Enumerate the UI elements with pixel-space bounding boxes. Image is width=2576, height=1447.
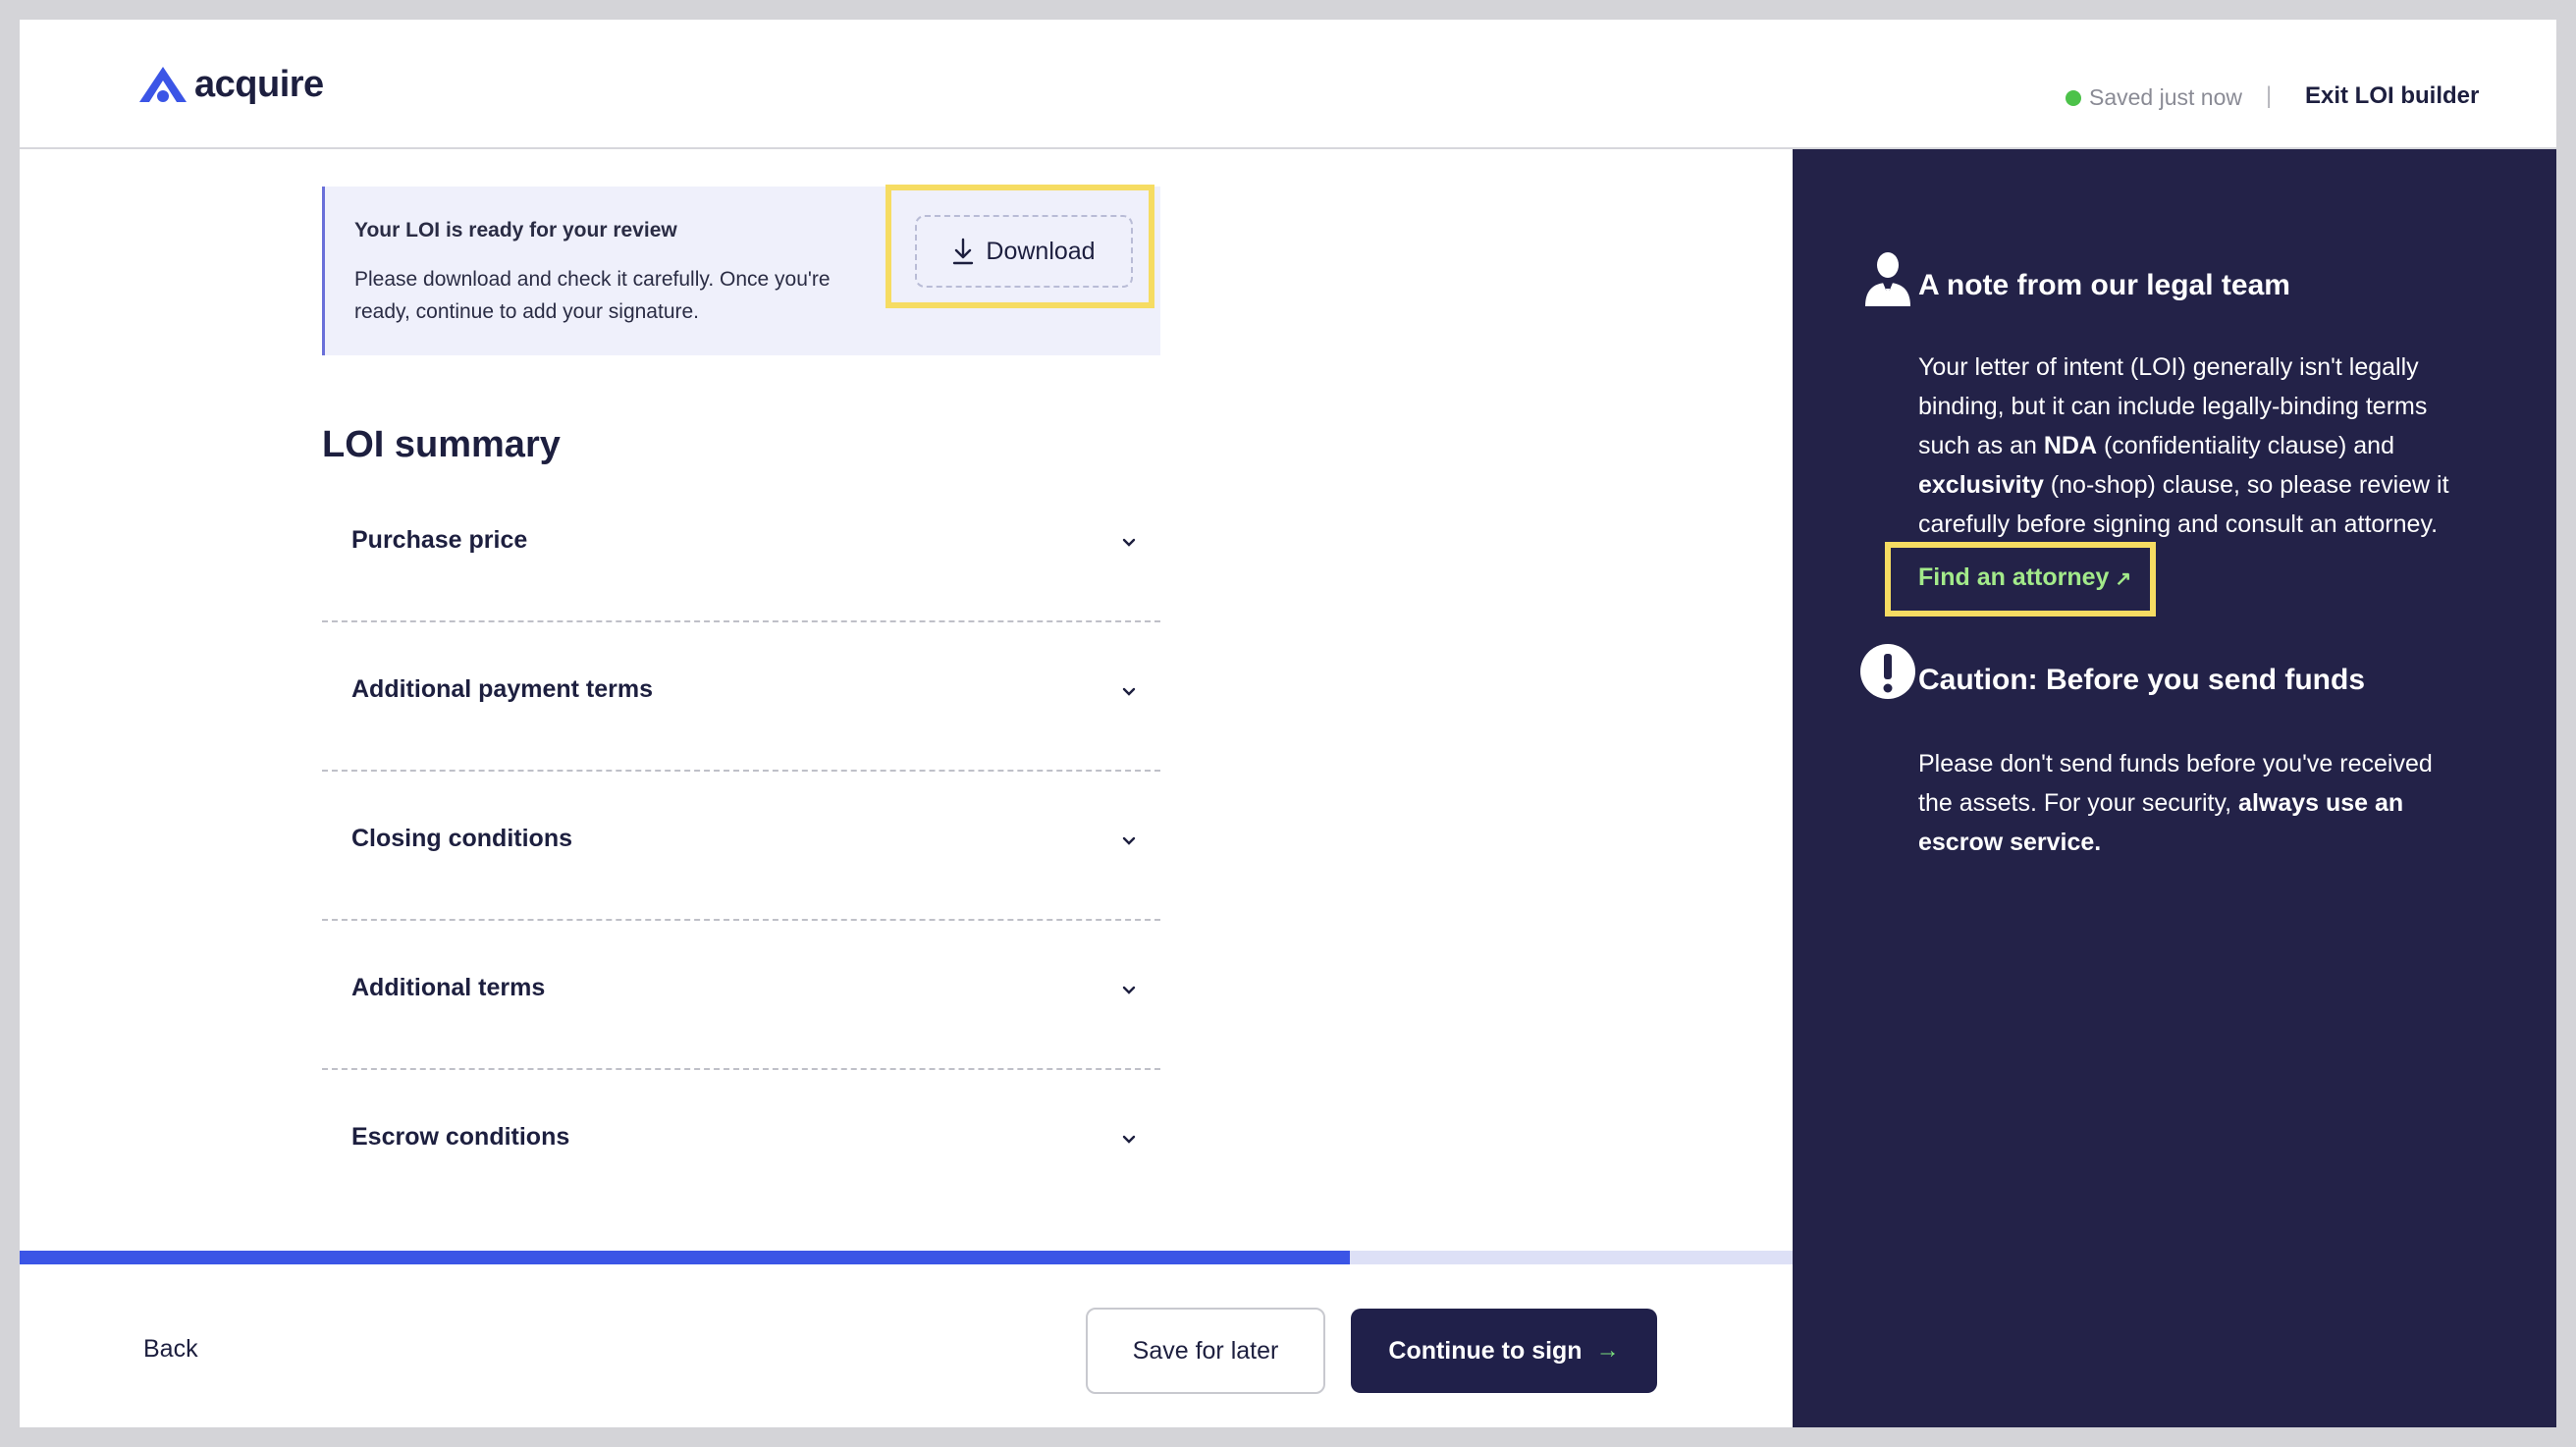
loi-summary-title: LOI summary	[322, 424, 561, 465]
notice-body: Please download and check it carefully. …	[354, 268, 831, 323]
chevron-down-icon	[1122, 836, 1136, 845]
download-label: Download	[986, 237, 1096, 265]
save-status: Saved just now	[2066, 84, 2242, 111]
accordion-label: Additional terms	[351, 974, 546, 1001]
exit-loi-builder-link[interactable]: Exit LOI builder	[2305, 82, 2479, 110]
accordion-additional-payment-terms[interactable]: Additional payment terms	[322, 622, 1160, 772]
accordion-label: Escrow conditions	[351, 1123, 570, 1151]
back-button[interactable]: Back	[143, 1335, 198, 1364]
save-for-later-button[interactable]: Save for later	[1086, 1308, 1325, 1394]
chevron-down-icon	[1122, 1135, 1136, 1144]
top-header: acquire Saved just now | Exit LOI builde…	[20, 20, 2556, 149]
find-attorney-link[interactable]: Find an attorney ↗	[1918, 563, 2131, 592]
download-button[interactable]: Download	[915, 215, 1133, 288]
accordion-closing-conditions[interactable]: Closing conditions	[322, 772, 1160, 921]
header-separator: |	[2266, 82, 2273, 109]
accordion-label: Additional payment terms	[351, 675, 653, 703]
legal-note-title: A note from our legal team	[1918, 269, 2290, 301]
arrow-right-icon: →	[1595, 1337, 1620, 1364]
acquire-logo-icon	[139, 67, 187, 102]
accordion-escrow-conditions[interactable]: Escrow conditions	[322, 1070, 1160, 1219]
progress-bar	[20, 1251, 1793, 1264]
download-icon	[953, 238, 974, 265]
accordion-purchase-price[interactable]: Purchase price	[322, 473, 1160, 622]
lawyer-person-icon	[1865, 252, 1910, 306]
caution-body: Please don't send funds before you've re…	[1918, 744, 2468, 862]
save-status-text: Saved just now	[2089, 84, 2242, 110]
save-for-later-label: Save for later	[1132, 1336, 1279, 1365]
chevron-down-icon	[1122, 687, 1136, 696]
caution-title: Caution: Before you send funds	[1918, 664, 2366, 696]
continue-label: Continue to sign	[1388, 1336, 1583, 1365]
chevron-down-icon	[1122, 986, 1136, 994]
continue-to-sign-button[interactable]: Continue to sign →	[1351, 1309, 1657, 1393]
accordion-additional-terms[interactable]: Additional terms	[322, 921, 1160, 1070]
chevron-down-icon	[1122, 538, 1136, 547]
exclamation-circle-icon	[1860, 644, 1915, 699]
notice-title: Your LOI is ready for your review	[354, 219, 677, 241]
legal-note-nda: NDA	[2043, 432, 2098, 459]
external-link-icon: ↗	[2115, 568, 2132, 590]
find-attorney-label: Find an attorney	[1918, 563, 2110, 591]
legal-note-exclusivity: exclusivity	[1918, 471, 2044, 499]
logo-text: acquire	[194, 63, 324, 105]
loi-builder-page: acquire Saved just now | Exit LOI builde…	[20, 20, 2556, 1427]
accordion-label: Closing conditions	[351, 825, 572, 852]
legal-note-text-2: (confidentiality clause) and	[2097, 432, 2394, 459]
saved-status-dot-icon	[2066, 89, 2081, 106]
legal-note-body: Your letter of intent (LOI) generally is…	[1918, 348, 2468, 544]
accordion-label: Purchase price	[351, 526, 528, 554]
progress-bar-fill	[20, 1251, 1350, 1264]
acquire-logo[interactable]: acquire	[135, 63, 324, 106]
